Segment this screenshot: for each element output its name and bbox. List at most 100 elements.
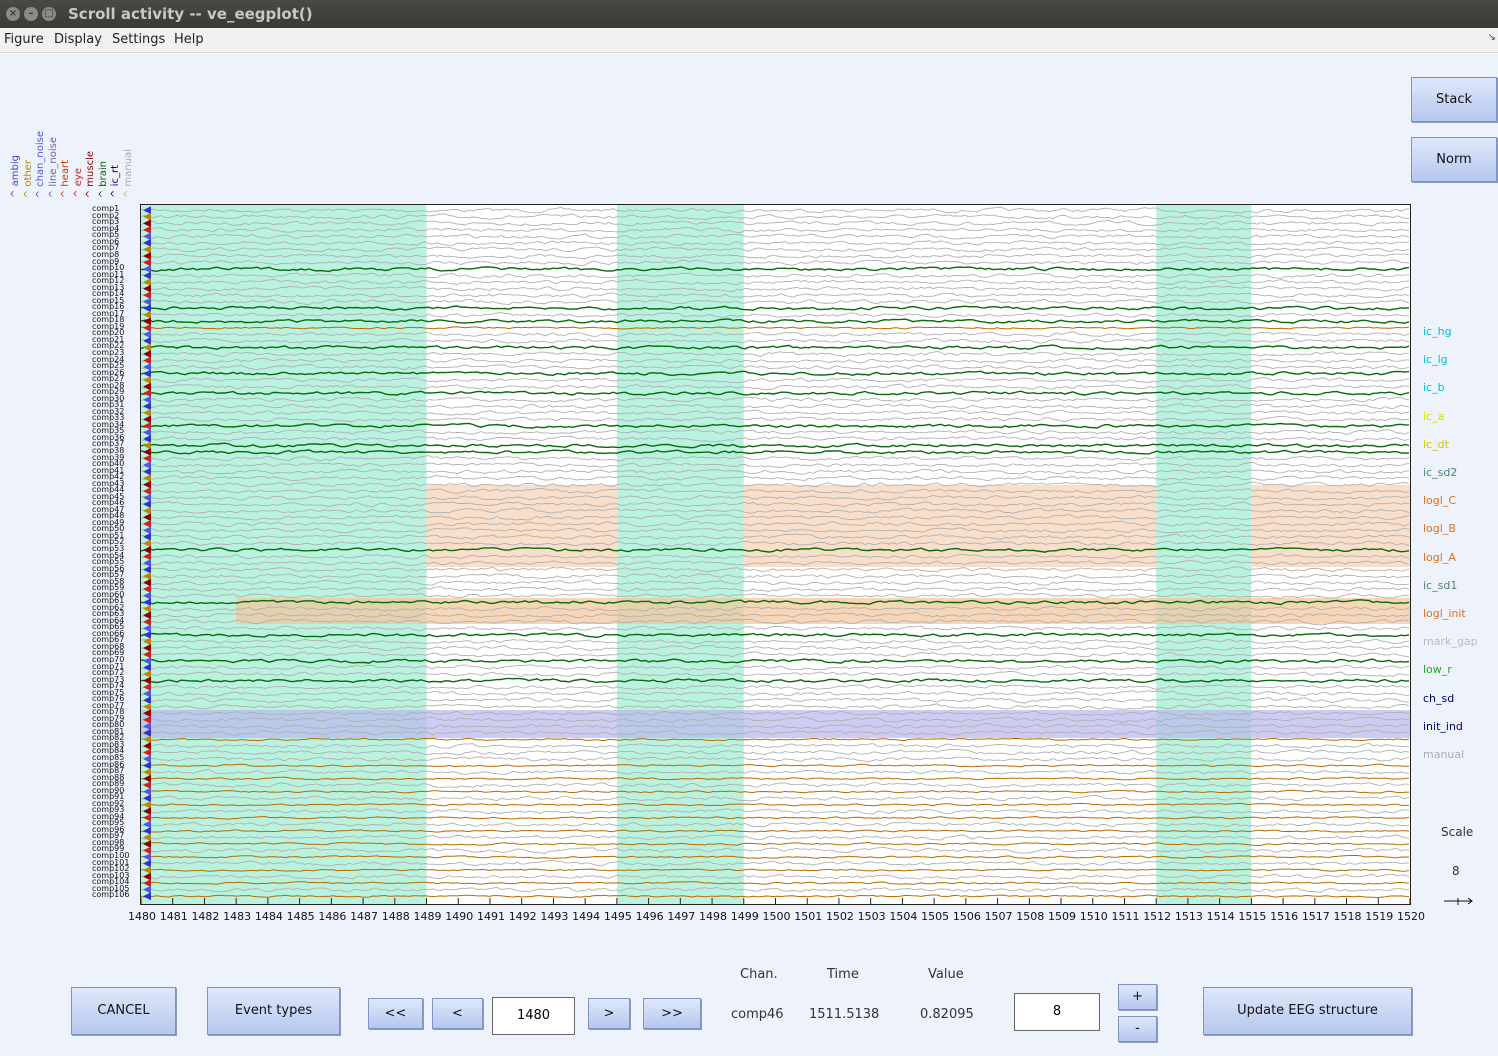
- x-tick-label: 1482: [191, 910, 220, 923]
- value-label: Value: [928, 967, 964, 982]
- legend-item-manual: ^ manual: [122, 148, 134, 198]
- x-tick-label: 1503: [857, 910, 886, 923]
- x-tick-label: 1509: [1048, 910, 1077, 923]
- x-tick-label: 1514: [1206, 910, 1235, 923]
- x-tick-label: 1490: [445, 910, 474, 923]
- increase-spacing-button[interactable]: +: [1118, 984, 1157, 1010]
- spacing-input[interactable]: 8: [1014, 993, 1100, 1031]
- menu-figure[interactable]: Figure: [4, 32, 44, 47]
- legend-item-ic_rt: ^ ic_rt: [110, 165, 121, 198]
- x-tick-label: 1491: [476, 910, 505, 923]
- position-input[interactable]: 1480: [492, 997, 575, 1035]
- tag-label-ic_lg: ic_lg: [1423, 353, 1448, 367]
- tag-label-ic_sd1: ic_sd1: [1423, 578, 1458, 592]
- x-tick-label: 1510: [1079, 910, 1108, 923]
- legend-item-heart: ^ heart: [60, 159, 71, 198]
- x-tick-label: 1488: [381, 910, 410, 923]
- x-tick-label: 1513: [1174, 910, 1203, 923]
- time-readout: 1511.5138: [809, 1007, 880, 1022]
- tag-label-manual: manual: [1423, 748, 1465, 761]
- window-title: Scroll activity -- ve_eegplot(): [68, 5, 313, 23]
- tag-label-ic_a: ic_a: [1423, 409, 1445, 423]
- legend-item-brain: ^ brain: [97, 160, 109, 198]
- stack-button[interactable]: Stack: [1411, 77, 1497, 122]
- x-tick-label: 1480: [128, 910, 156, 923]
- legend-item-line_noise: ^ line_noise: [47, 136, 59, 198]
- x-tick-label: 1500: [762, 910, 791, 923]
- eeg-plot-svg[interactable]: [141, 205, 1410, 904]
- x-tick-label: 1520: [1397, 910, 1425, 923]
- x-tick-label: 1489: [413, 910, 442, 923]
- minimize-window-icon[interactable]: –: [24, 7, 38, 21]
- menu-settings[interactable]: Settings: [112, 32, 165, 47]
- x-tick-label: 1515: [1238, 910, 1267, 923]
- x-tick-label: 1485: [286, 910, 315, 923]
- time-span-highlight: [616, 205, 744, 904]
- tag-label-logl_init: logl_init: [1423, 607, 1466, 620]
- scale-bar-icon: [1444, 897, 1473, 905]
- legend-item-other: ^ other: [22, 159, 34, 198]
- menu-help[interactable]: Help: [174, 32, 204, 47]
- event-types-button[interactable]: Event types: [207, 987, 340, 1035]
- x-tick-label: 1505: [921, 910, 950, 923]
- close-window-icon[interactable]: ×: [6, 7, 20, 21]
- x-tick-label: 1499: [730, 910, 759, 923]
- norm-button[interactable]: Norm: [1411, 137, 1497, 182]
- tag-label-init_ind: init_ind: [1423, 719, 1463, 733]
- decrease-spacing-button[interactable]: -: [1118, 1016, 1157, 1042]
- x-tick-label: 1496: [635, 910, 664, 923]
- x-tick-label: 1517: [1301, 910, 1330, 923]
- x-tick-label: 1486: [318, 910, 347, 923]
- tag-label-ic_sd2: ic_sd2: [1423, 466, 1458, 479]
- legend-item-chan_noise: ^ chan_noise: [35, 130, 46, 198]
- toolbar-expand-icon[interactable]: ↘: [1488, 32, 1496, 43]
- x-tick-label: 1516: [1270, 910, 1299, 923]
- last-page-button[interactable]: >>: [643, 998, 701, 1029]
- menu-bar: Figure Display Settings Help ↘: [0, 28, 1498, 53]
- maximize-window-icon[interactable]: □: [42, 7, 56, 21]
- x-tick-label: 1501: [794, 910, 823, 923]
- x-tick-label: 1497: [667, 910, 696, 923]
- x-tick-label: 1502: [825, 910, 854, 923]
- x-tick-label: 1483: [223, 910, 252, 923]
- legend-item-muscle: ^ muscle: [85, 150, 96, 198]
- x-tick-label: 1487: [350, 910, 379, 923]
- scale-label: Scale: [1441, 825, 1474, 839]
- value-readout: 0.82095: [920, 1007, 974, 1022]
- x-tick-label: 1481: [159, 910, 188, 923]
- tag-label-ic_dt: ic_dt: [1423, 437, 1449, 451]
- tag-label-ic_hg: ic_hg: [1423, 325, 1452, 338]
- chan-label: Chan.: [740, 967, 778, 982]
- eeg-plot-area[interactable]: [140, 204, 1411, 905]
- x-tick-label: 1493: [540, 910, 569, 923]
- x-tick-label: 1507: [984, 910, 1013, 923]
- tag-label-mark_gap: mark_gap: [1423, 635, 1478, 649]
- first-page-button[interactable]: <<: [368, 998, 423, 1029]
- menu-display[interactable]: Display: [54, 32, 102, 47]
- cancel-button[interactable]: CANCEL: [71, 987, 176, 1035]
- tag-label-ch_sd: ch_sd: [1423, 691, 1455, 705]
- x-tick-label: 1494: [572, 910, 601, 923]
- x-tick-label: 1512: [1143, 910, 1172, 923]
- x-tick-label: 1506: [952, 910, 981, 923]
- x-tick-label: 1508: [1016, 910, 1045, 923]
- prev-page-button[interactable]: <: [432, 998, 483, 1029]
- tag-label-low_r: low_r: [1423, 663, 1452, 677]
- update-eeg-button[interactable]: Update EEG structure: [1203, 987, 1412, 1035]
- title-bar: × – □ Scroll activity -- ve_eegplot(): [0, 0, 1498, 28]
- x-tick-label: 1484: [254, 910, 283, 923]
- chan-readout: comp46: [731, 1007, 784, 1022]
- x-tick-label: 1518: [1333, 910, 1362, 923]
- x-tick-label: 1498: [699, 910, 728, 923]
- legend-item-eye: ^ eye: [72, 168, 84, 198]
- tag-label-logl_A: logl_A: [1423, 550, 1456, 564]
- tag-label-ic_b: ic_b: [1423, 381, 1445, 395]
- x-tick-label: 1519: [1365, 910, 1394, 923]
- legend-item-ambig: ^ ambig: [10, 155, 21, 198]
- channel-label: comp106: [92, 890, 130, 900]
- tag-label-logl_B: logl_B: [1423, 522, 1456, 536]
- time-label: Time: [827, 967, 859, 982]
- x-tick-label: 1495: [603, 910, 632, 923]
- next-page-button[interactable]: >: [588, 998, 630, 1029]
- tag-label-logl_C: logl_C: [1423, 494, 1457, 508]
